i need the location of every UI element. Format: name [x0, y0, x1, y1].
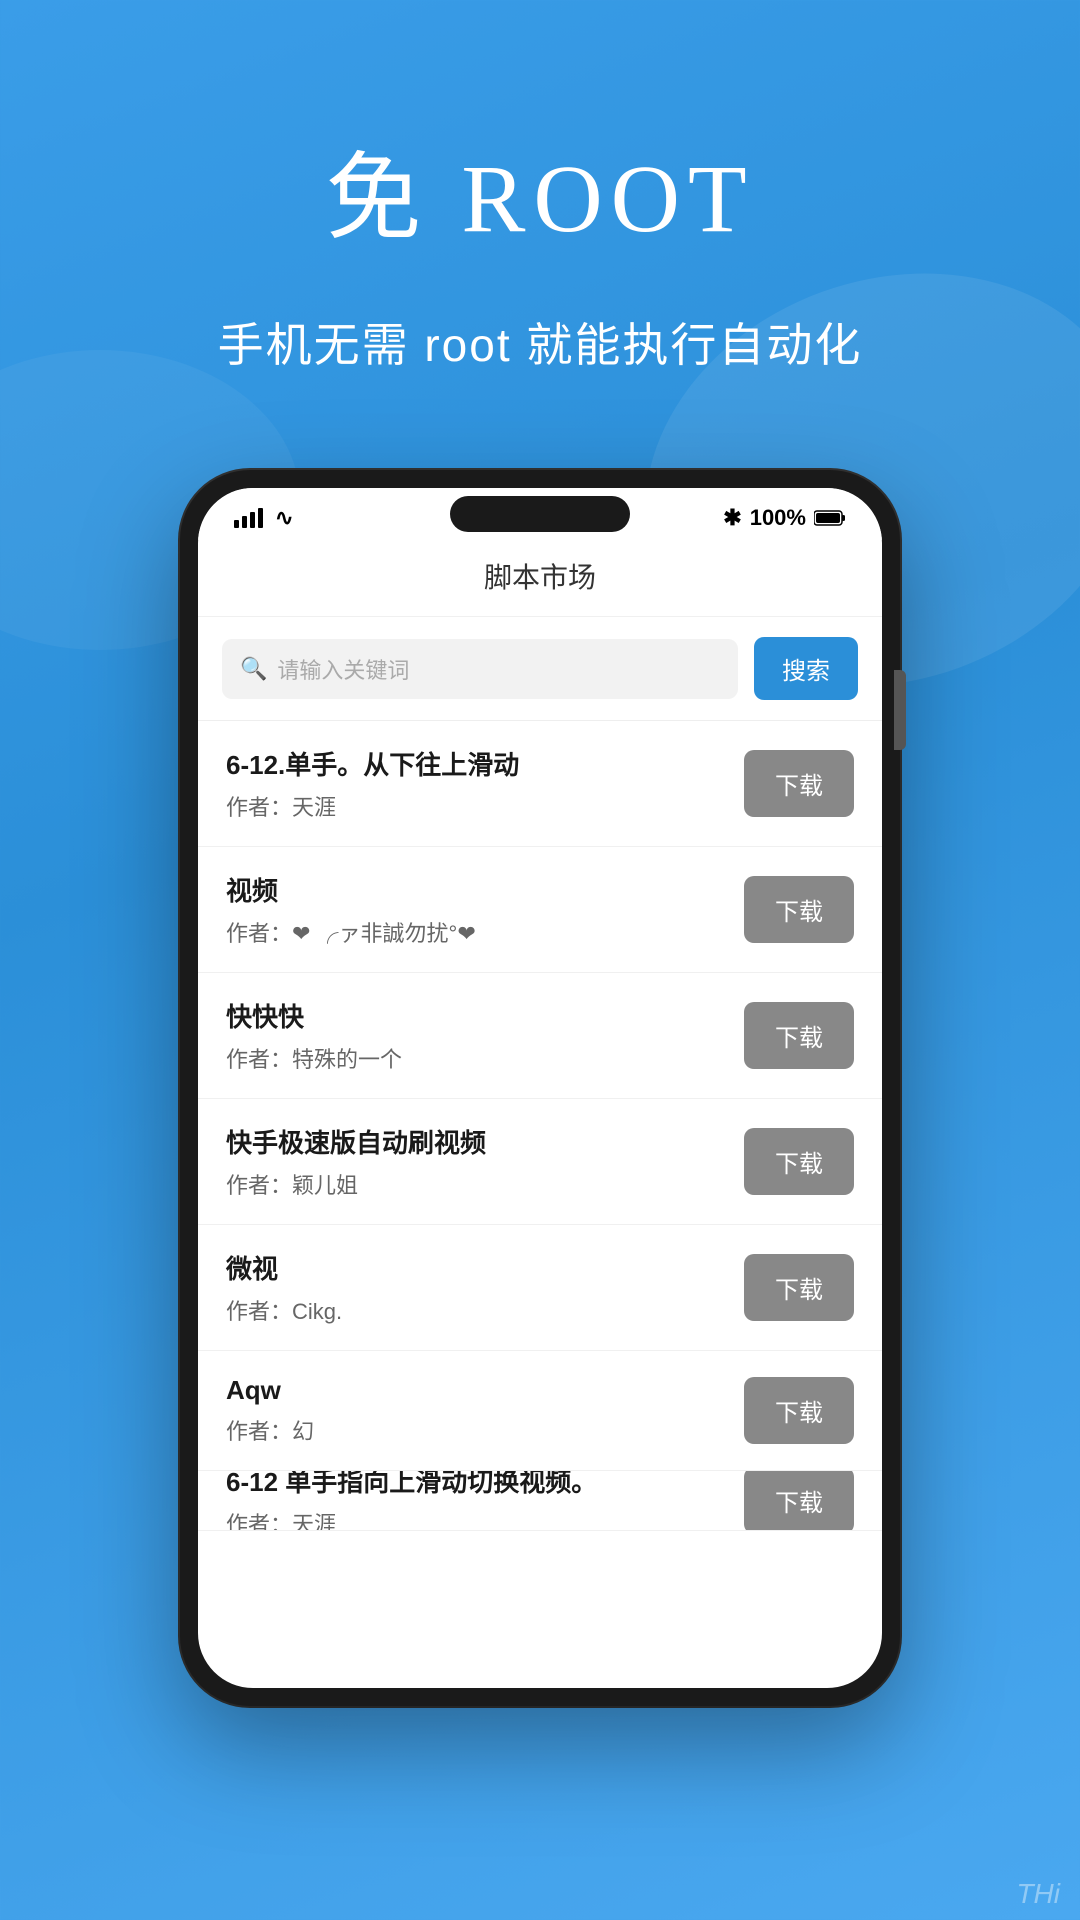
script-name: 6-12.单手。从下往上滑动 — [226, 745, 744, 782]
signal-bar-2 — [242, 516, 247, 528]
main-title: 免 ROOT — [0, 120, 1080, 259]
app-header-title: 脚本市场 — [198, 540, 882, 617]
download-button[interactable]: 下载 — [744, 1002, 854, 1069]
search-placeholder: 请输入关键词 — [277, 653, 409, 685]
script-item: 快快快作者：特殊的一个下载 — [198, 973, 882, 1099]
script-item: 视频作者：❤ ╭ァ非誠勿扰°❤下载 — [198, 847, 882, 973]
script-info: 微视作者：Cikg. — [226, 1249, 744, 1326]
script-author: 作者：❤ ╭ァ非誠勿扰°❤ — [226, 916, 744, 948]
script-author: 作者：天涯 — [226, 1507, 744, 1531]
script-author: 作者：Cikg. — [226, 1294, 744, 1326]
script-author: 作者：特殊的一个 — [226, 1042, 744, 1074]
subtitle: 手机无需 root 就能执行自动化 — [0, 309, 1080, 375]
script-name: 视频 — [226, 871, 744, 908]
phone-volume-button — [894, 670, 906, 750]
bluetooth-icon: ✱ — [723, 505, 741, 531]
script-info: Aqw 作者：幻 — [226, 1375, 744, 1446]
phone-frame: ∿ 9:41 AM ✱ 100% 脚本市场 🔍 — [180, 470, 900, 1706]
bottom-watermark: THi — [996, 1868, 1080, 1920]
header-section: 免 ROOT 手机无需 root 就能执行自动化 — [0, 0, 1080, 375]
script-author: 作者：天涯 — [226, 790, 744, 822]
script-info: 视频作者：❤ ╭ァ非誠勿扰°❤ — [226, 871, 744, 948]
script-item: Aqw 作者：幻下载 — [198, 1351, 882, 1471]
script-item: 微视作者：Cikg.下载 — [198, 1225, 882, 1351]
script-item: 6-12.单手。从下往上滑动作者：天涯下载 — [198, 721, 882, 847]
script-info: 6-12 单手指向上滑动切换视频。作者：天涯 — [226, 1471, 744, 1531]
wifi-icon: ∿ — [275, 505, 293, 531]
battery-percent: 100% — [750, 505, 806, 531]
script-name: 快手极速版自动刷视频 — [226, 1123, 744, 1160]
script-name: 微视 — [226, 1249, 744, 1286]
download-button[interactable]: 下载 — [744, 1471, 854, 1531]
phone-screen: ∿ 9:41 AM ✱ 100% 脚本市场 🔍 — [198, 488, 882, 1688]
script-name: 快快快 — [226, 997, 744, 1034]
search-button[interactable]: 搜索 — [754, 637, 858, 700]
download-button[interactable]: 下载 — [744, 1128, 854, 1195]
search-input-wrapper[interactable]: 🔍 请输入关键词 — [222, 639, 738, 699]
script-name: Aqw — [226, 1375, 744, 1406]
script-info: 快快快作者：特殊的一个 — [226, 997, 744, 1074]
search-section: 🔍 请输入关键词 搜索 — [198, 617, 882, 721]
signal-bar-1 — [234, 520, 239, 528]
status-right: ✱ 100% — [723, 505, 846, 531]
script-list: 6-12.单手。从下往上滑动作者：天涯下载视频作者：❤ ╭ァ非誠勿扰°❤下载快快… — [198, 721, 882, 1531]
script-author: 作者：颖儿姐 — [226, 1168, 744, 1200]
script-info: 6-12.单手。从下往上滑动作者：天涯 — [226, 745, 744, 822]
download-button[interactable]: 下载 — [744, 750, 854, 817]
script-item: 6-12 单手指向上滑动切换视频。作者：天涯下载 — [198, 1471, 882, 1531]
phone-mockup: ∿ 9:41 AM ✱ 100% 脚本市场 🔍 — [180, 470, 900, 1706]
download-button[interactable]: 下载 — [744, 876, 854, 943]
signal-bar-3 — [250, 512, 255, 528]
search-icon: 🔍 — [240, 656, 267, 682]
script-name: 6-12 单手指向上滑动切换视频。 — [226, 1471, 744, 1499]
status-left: ∿ — [234, 505, 293, 531]
battery-icon — [814, 509, 846, 527]
script-author: 作者：幻 — [226, 1414, 744, 1446]
script-info: 快手极速版自动刷视频作者：颖儿姐 — [226, 1123, 744, 1200]
script-item: 快手极速版自动刷视频作者：颖儿姐下载 — [198, 1099, 882, 1225]
download-button[interactable]: 下载 — [744, 1254, 854, 1321]
phone-notch — [450, 496, 630, 532]
download-button[interactable]: 下载 — [744, 1377, 854, 1444]
signal-bars — [234, 508, 263, 528]
signal-bar-4 — [258, 508, 263, 528]
